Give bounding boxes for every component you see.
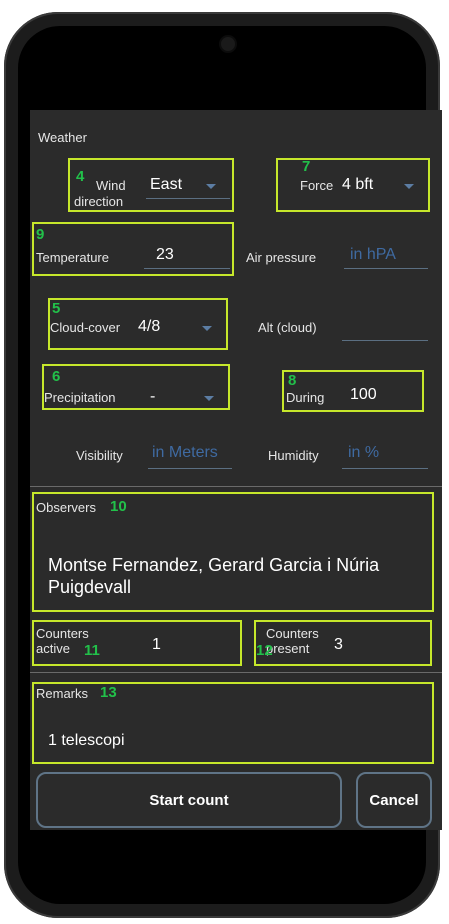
weather-section-label: Weather (38, 130, 87, 145)
highlight-box-counters-active (32, 620, 242, 666)
annotation-number-13: 13 (100, 684, 117, 701)
annotation-number-5: 5 (52, 300, 61, 317)
annotation-number-4: 4 (76, 168, 85, 185)
highlight-box-during (282, 370, 424, 412)
annotation-number-12: 12 (256, 642, 273, 659)
section-divider (30, 672, 442, 673)
annotation-number-6: 6 (52, 368, 61, 385)
highlight-box-cloud (48, 298, 228, 350)
highlight-box-temperature (32, 222, 234, 276)
section-divider (30, 486, 442, 487)
highlight-box-counters-present (254, 620, 432, 666)
annotation-number-7: 7 (302, 158, 311, 175)
front-camera (221, 37, 235, 51)
visibility-field[interactable]: in Meters (148, 440, 232, 470)
highlight-box-observers (32, 492, 434, 612)
start-count-button[interactable]: Start count (36, 772, 342, 828)
air-pressure-placeholder: in hPA (350, 246, 396, 263)
app-screen: Weather Wind direction East Force 4 bft … (30, 110, 442, 830)
highlight-box-remarks (32, 682, 434, 764)
annotation-number-9: 9 (36, 226, 45, 243)
annotation-number-10: 10 (110, 498, 127, 515)
highlight-box-precipitation (42, 364, 230, 410)
alt-cloud-label: Alt (cloud) (258, 320, 317, 335)
air-pressure-label: Air pressure (246, 250, 317, 265)
visibility-placeholder: in Meters (152, 444, 218, 461)
alt-cloud-field[interactable] (342, 312, 428, 342)
visibility-label: Visibility (76, 448, 123, 463)
humidity-placeholder: in % (348, 444, 380, 461)
cancel-button[interactable]: Cancel (356, 772, 432, 828)
humidity-label: Humidity (268, 448, 319, 463)
highlight-box-wind (68, 158, 234, 212)
annotation-number-8: 8 (288, 372, 297, 389)
air-pressure-field[interactable]: in hPA (344, 242, 428, 272)
highlight-box-force (276, 158, 430, 212)
humidity-field[interactable]: in % (342, 440, 428, 470)
annotation-number-11: 11 (84, 642, 100, 659)
